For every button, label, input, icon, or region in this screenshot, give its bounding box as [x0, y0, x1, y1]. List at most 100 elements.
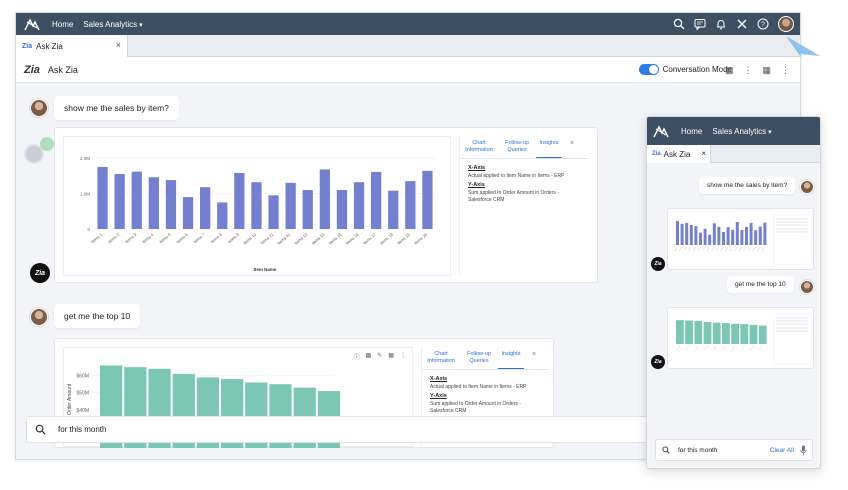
layout-icon[interactable]: ▦ [725, 65, 734, 76]
mobile-bar-chart-top-10[interactable] [668, 308, 815, 370]
message-1-avatar [30, 99, 48, 117]
y-tick-label: $40M [76, 408, 89, 414]
mobile-message-1-avatar [800, 180, 814, 194]
dashboard-icon[interactable]: ▦ [762, 65, 771, 76]
x-tick-label [674, 246, 678, 252]
bar [722, 232, 725, 245]
bar [749, 222, 753, 245]
x-tick-label [676, 345, 681, 351]
x-tick-label: Items 5 [158, 231, 172, 244]
mobile-nav-home[interactable]: Home [681, 127, 702, 136]
chart-card-1: 0 1.0M 2.0M Items 1 Items 2 Items 3 Items 4 Ite… [54, 127, 598, 283]
x-tick-label [695, 345, 699, 351]
x-tick-label [685, 345, 690, 351]
bar-chart-sales-by-item[interactable]: 01.0M2.0MItems 1 Items 2 Items 3 Items 4 Ite… [64, 137, 452, 277]
x-tick-label: Items 14 [311, 231, 327, 245]
close-icon[interactable]: × [524, 347, 544, 369]
bookmark-icon[interactable]: ▩ [366, 352, 372, 361]
app-logo-icon[interactable] [24, 17, 40, 31]
bar [285, 182, 296, 229]
mobile-zia-avatar-1: Zia [651, 257, 665, 271]
table-view-icon[interactable]: ▦ [388, 352, 394, 361]
chat-icon[interactable] [694, 18, 706, 30]
ask-zia-search-bar[interactable]: for this month [26, 416, 666, 443]
nav-home[interactable]: Home [52, 20, 73, 29]
help-icon[interactable]: ? [757, 18, 769, 30]
clear-all-button[interactable]: Clear All [770, 447, 794, 454]
insight-panel-1: Chart Information Follow-up Queries Insi… [459, 136, 589, 276]
bar [182, 197, 194, 229]
bar [165, 180, 177, 229]
app-logo-icon[interactable] [653, 124, 669, 138]
bar [703, 321, 712, 344]
tools-icon[interactable] [736, 18, 748, 30]
mobile-nav-sales-analytics-label: Sales Analytics [712, 126, 767, 136]
tab-ask-zia-label: Ask Zia [36, 41, 63, 51]
edit-icon[interactable]: ✎ [377, 352, 382, 361]
x-tick-label: Items 16 [345, 231, 361, 245]
bell-icon[interactable] [715, 18, 727, 30]
nav-sales-analytics[interactable]: Sales Analytics ▾ [83, 20, 142, 29]
search-query[interactable]: for this month [58, 425, 106, 434]
user-message-1: show me the sales by item? [54, 96, 179, 120]
mini-insight-panel [773, 214, 813, 266]
x-tick-label [731, 345, 736, 351]
microphone-icon[interactable] [800, 445, 807, 456]
x-tick-label: Items 20 [413, 231, 429, 245]
x-tick-label [759, 345, 763, 351]
info-icon[interactable]: ⓘ [354, 352, 360, 361]
more-menu-icon[interactable]: ⋮ [781, 65, 790, 76]
more-options-icon[interactable]: ⋮ [743, 65, 752, 76]
mobile-nav-sales-analytics[interactable]: Sales Analytics ▾ [712, 127, 771, 136]
x-tick-label [692, 246, 697, 252]
bar [740, 324, 749, 344]
decorative-dot-green [40, 137, 54, 151]
tab-follow-up-queries[interactable]: Follow-up Queries [460, 347, 498, 369]
mobile-top-navigation-bar: Home Sales Analytics ▾ [647, 117, 820, 145]
mobile-window: Home Sales Analytics ▾ Zia Ask Zia × show… [646, 116, 821, 469]
y-tick-label: 2.0M [80, 156, 90, 161]
tab-chart-information[interactable]: Chart Information [422, 347, 460, 369]
tab-insights[interactable]: Insights [536, 136, 562, 158]
bar [754, 230, 758, 245]
mobile-tab-ask-zia[interactable]: Zia Ask Zia × [647, 145, 711, 163]
x-tick-label [738, 246, 743, 252]
tab-chart-information[interactable]: Chart Information [460, 136, 498, 158]
bar [680, 223, 684, 245]
bar [217, 202, 228, 229]
x-axis-title: Item Name [254, 267, 277, 272]
close-icon[interactable]: × [116, 40, 121, 50]
x-tick-label [697, 246, 701, 252]
x-tick-label [720, 246, 724, 252]
bar [745, 226, 748, 245]
mobile-search-bar[interactable]: for this month Clear All [655, 439, 813, 461]
search-icon[interactable] [673, 18, 685, 30]
x-tick-label [722, 345, 727, 351]
tab-insights[interactable]: Insights [498, 347, 524, 369]
bar [114, 174, 125, 229]
bar [251, 182, 262, 229]
tab-ask-zia[interactable]: Zia Ask Zia × [16, 35, 128, 57]
tab-follow-up-queries[interactable]: Follow-up Queries [498, 136, 536, 158]
y-axis-heading: Y-Axis [430, 392, 447, 399]
conversation-mode-toggle-group: Conversation Mode [638, 64, 732, 75]
bar [676, 320, 684, 344]
bar [371, 171, 382, 229]
close-icon[interactable]: × [701, 149, 706, 158]
bar [708, 234, 712, 245]
chevron-down-icon: ▾ [768, 128, 772, 136]
chart-options-icon[interactable]: ⋮ [400, 352, 406, 361]
close-icon[interactable]: × [562, 136, 582, 158]
x-tick-label [752, 246, 756, 252]
mini-insight-panel [773, 313, 813, 365]
conversation-mode-toggle[interactable] [638, 64, 659, 75]
bar [689, 225, 693, 245]
mobile-bar-chart-sales-by-item[interactable] [668, 209, 815, 271]
x-tick-label [688, 246, 692, 252]
x-tick-label: Items 18 [379, 231, 395, 245]
mobile-search-query[interactable]: for this month [678, 447, 717, 454]
y-tick-label: 0 [87, 227, 90, 232]
bar [740, 229, 744, 245]
zia-logo-icon: Zia [652, 151, 661, 157]
user-message-2: get me the top 10 [54, 304, 141, 328]
